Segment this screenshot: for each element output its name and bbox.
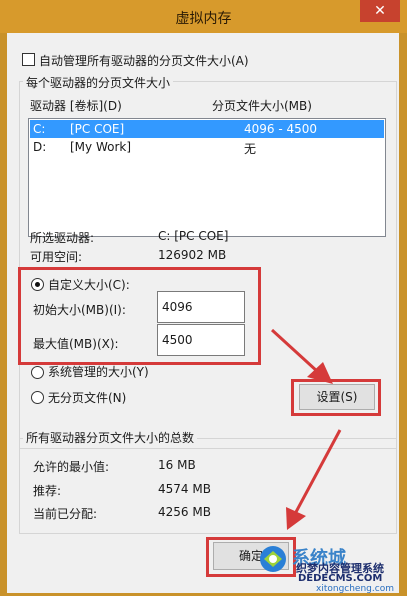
annotation-arrows xyxy=(270,328,342,530)
watermark-logo-icon xyxy=(258,544,288,574)
arrow-to-ok-line xyxy=(294,429,342,513)
arrow-to-set-line xyxy=(270,328,320,374)
watermark-line3: xitongcheng.com xyxy=(316,584,394,594)
watermark-line2: DEDECMS.COM xyxy=(298,573,383,584)
